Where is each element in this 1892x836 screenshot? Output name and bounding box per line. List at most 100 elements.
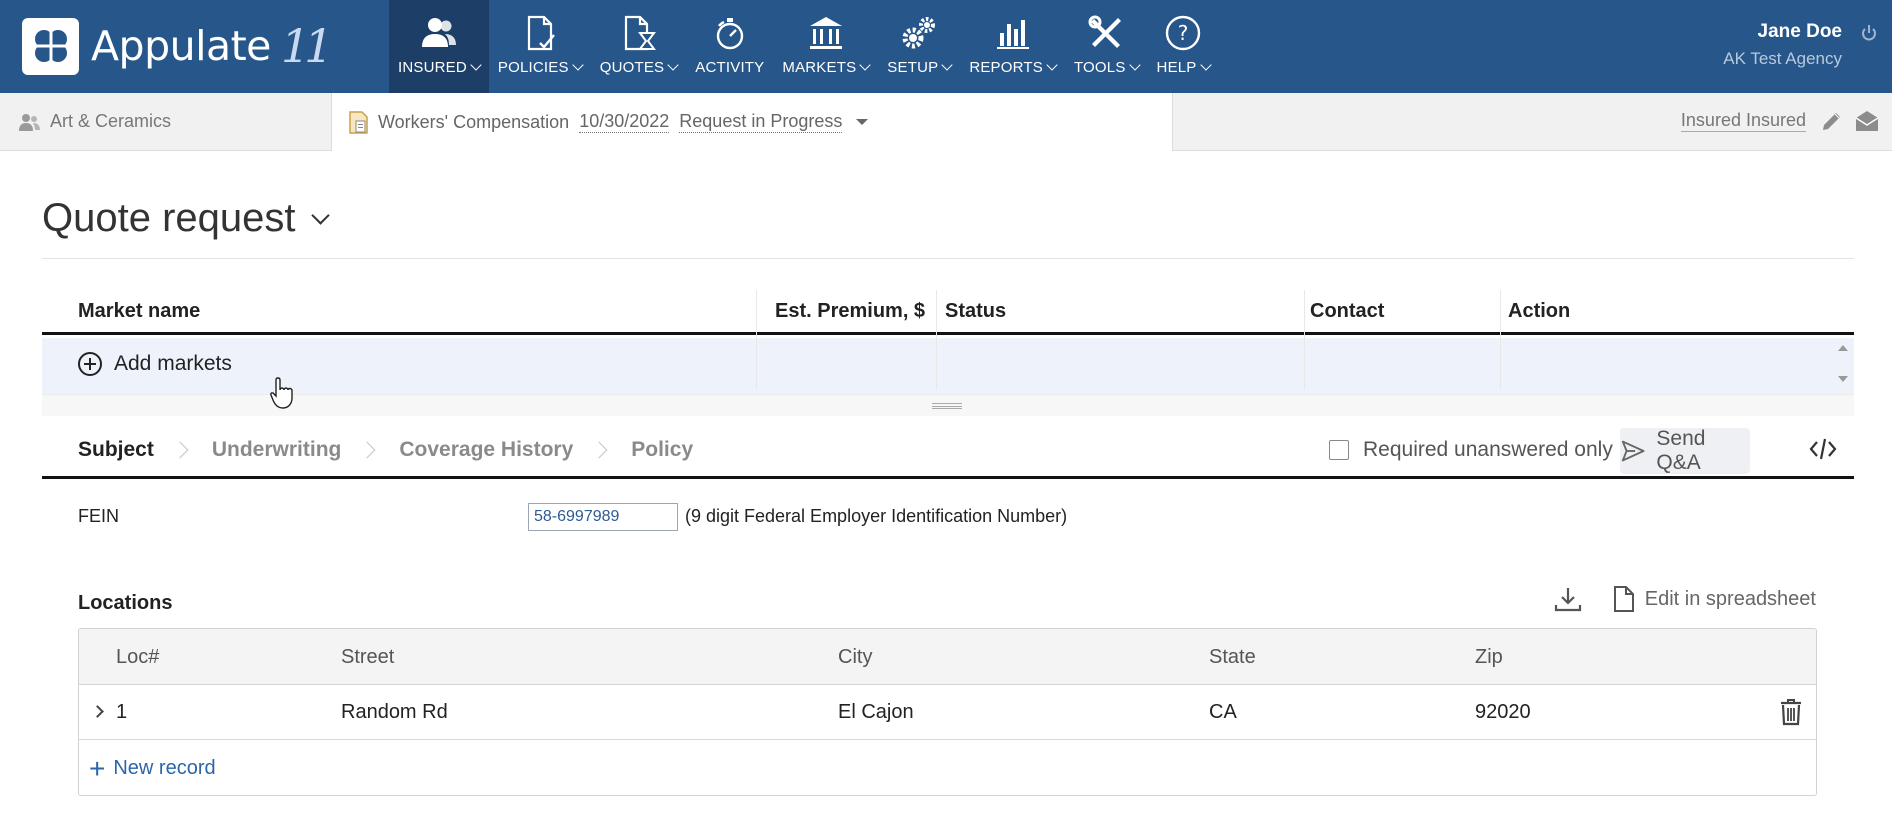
col-street[interactable]: Street: [341, 646, 394, 669]
col-action: Action: [1508, 299, 1571, 322]
code-icon[interactable]: [1808, 436, 1838, 462]
cell-state: CA: [1209, 701, 1237, 723]
spreadsheet-document-icon: [1613, 586, 1634, 612]
cell-street: Random Rd: [341, 701, 448, 723]
fein-hint: (9 digit Federal Employer Identification…: [685, 506, 1068, 526]
edit-pencil-icon[interactable]: [1820, 109, 1844, 133]
insured-link[interactable]: Art & Ceramics: [18, 111, 171, 132]
col-city[interactable]: City: [838, 646, 872, 669]
status-dropdown-icon[interactable]: [856, 119, 869, 125]
col-loc[interactable]: Loc#: [116, 646, 159, 669]
bank-building-icon: [809, 17, 842, 49]
divider: [42, 258, 1854, 259]
new-record-label: New record: [113, 757, 216, 779]
nav-insured[interactable]: INSURED: [389, 0, 489, 93]
svg-text:?: ?: [1178, 21, 1189, 45]
gears-icon: [902, 17, 936, 49]
col-status[interactable]: Status: [945, 290, 1006, 332]
add-markets-button[interactable]: Add markets: [78, 352, 232, 376]
plus-icon: +: [89, 752, 106, 784]
new-record-button[interactable]: + New record: [89, 752, 216, 784]
locations-actions: Edit in spreadsheet: [1533, 585, 1816, 613]
main-nav: INSURED POLICIES QUOTES ACTIVITY MARKETS…: [389, 0, 1219, 93]
wrench-screwdriver-icon: [1088, 15, 1122, 48]
col-market-name[interactable]: Market name: [78, 290, 200, 332]
context-actions: Insured Insured: [1680, 109, 1880, 133]
chevron-right-icon[interactable]: [91, 705, 104, 718]
required-only-checkbox[interactable]: [1329, 440, 1349, 460]
context-bar: Art & Ceramics Workers' Compensation 10/…: [0, 93, 1892, 151]
mail-icon[interactable]: [1854, 109, 1880, 133]
nav-reports[interactable]: REPORTS: [960, 0, 1065, 93]
locations-title: Locations: [78, 592, 173, 614]
send-qa-label: Send Q&A: [1656, 427, 1706, 474]
user-agency: AK Test Agency: [1723, 49, 1842, 68]
nav-label: SETUP: [887, 59, 939, 76]
step-coverage-history[interactable]: Coverage History: [399, 438, 573, 462]
hourglass-document-icon: [625, 15, 657, 51]
hand-cursor-icon: [270, 377, 293, 409]
chevron-right-icon: [358, 441, 376, 459]
nav-markets[interactable]: MARKETS: [773, 0, 878, 93]
policy-status[interactable]: Request in Progress: [679, 111, 843, 133]
nav-label: POLICIES: [497, 59, 569, 76]
locations-table: Loc# Street City State Zip 1 Random Rd E…: [78, 628, 1817, 796]
edit-in-spreadsheet-link[interactable]: Edit in spreadsheet: [1645, 588, 1816, 611]
resize-splitter[interactable]: [42, 394, 1854, 416]
fein-label: FEIN: [78, 506, 120, 526]
page-title[interactable]: Quote request: [42, 196, 330, 241]
clover-logo-icon: [22, 17, 79, 75]
nav-activity[interactable]: ACTIVITY: [686, 0, 773, 93]
policy-date[interactable]: 10/30/2022: [579, 111, 670, 133]
policy-context: Workers' Compensation 10/30/2022 Request…: [331, 93, 1173, 151]
assignee-link[interactable]: Insured Insured: [1680, 110, 1806, 132]
col-zip[interactable]: Zip: [1475, 646, 1503, 669]
qa-steps: Subject Underwriting Coverage History Po…: [78, 438, 693, 462]
step-underwriting[interactable]: Underwriting: [212, 438, 342, 462]
nav-label: QUOTES: [599, 59, 665, 76]
nav-label: REPORTS: [969, 59, 1043, 76]
fein-input[interactable]: [528, 503, 678, 531]
required-only-toggle[interactable]: Required unanswered only: [1329, 438, 1613, 462]
chevron-right-icon: [590, 441, 608, 459]
logo-text: Appulate: [91, 22, 271, 70]
appulate-logo[interactable]: Appulate 11: [22, 17, 333, 75]
qa-toolbar: Subject Underwriting Coverage History Po…: [42, 420, 1854, 479]
required-only-label: Required unanswered only: [1363, 438, 1613, 461]
col-contact[interactable]: Contact: [1310, 290, 1384, 332]
table-row[interactable]: 1 Random Rd El Cajon CA 92020: [79, 685, 1816, 740]
cell-loc: 1: [116, 701, 128, 723]
nav-label: TOOLS: [1073, 59, 1126, 76]
drag-handle-icon[interactable]: [932, 403, 962, 409]
top-navigation-bar: Appulate 11 INSURED POLICIES QUOTES ACTI…: [0, 0, 1892, 93]
nav-label: ACTIVITY: [695, 59, 765, 76]
markets-table-header: Market name Est. Premium, $ Status Conta…: [42, 290, 1854, 335]
nav-setup[interactable]: SETUP: [878, 0, 960, 93]
col-est-premium[interactable]: Est. Premium, $: [775, 290, 925, 332]
add-markets-label: Add markets: [114, 352, 232, 375]
user-menu[interactable]: Jane Doe AK Test Agency: [1723, 21, 1842, 69]
cell-city: El Cajon: [838, 701, 914, 723]
scroll-down-icon[interactable]: [1838, 376, 1848, 382]
step-policy[interactable]: Policy: [631, 438, 693, 462]
send-arrow-icon: [1621, 440, 1645, 462]
nav-label: INSURED: [398, 59, 467, 76]
step-subject[interactable]: Subject: [78, 438, 154, 462]
plus-circle-icon: [78, 352, 102, 376]
column-separator: [1304, 290, 1305, 390]
col-state[interactable]: State: [1209, 646, 1256, 669]
nav-policies[interactable]: POLICIES: [489, 0, 591, 93]
chevron-down-icon: [310, 206, 330, 225]
download-icon[interactable]: [1553, 585, 1583, 613]
scroll-up-icon[interactable]: [1838, 345, 1848, 351]
policy-document-icon: [349, 111, 368, 134]
nav-help[interactable]: ? HELP: [1148, 0, 1219, 93]
trash-icon[interactable]: [1778, 697, 1804, 727]
power-icon[interactable]: [1860, 24, 1878, 42]
locations-table-header: Loc# Street City State Zip: [79, 629, 1816, 685]
send-qa-button[interactable]: Send Q&A: [1620, 427, 1750, 474]
stopwatch-icon: [716, 18, 744, 50]
nav-tools[interactable]: TOOLS: [1065, 0, 1148, 93]
nav-quotes[interactable]: QUOTES: [591, 0, 687, 93]
nav-label: MARKETS: [782, 59, 857, 76]
